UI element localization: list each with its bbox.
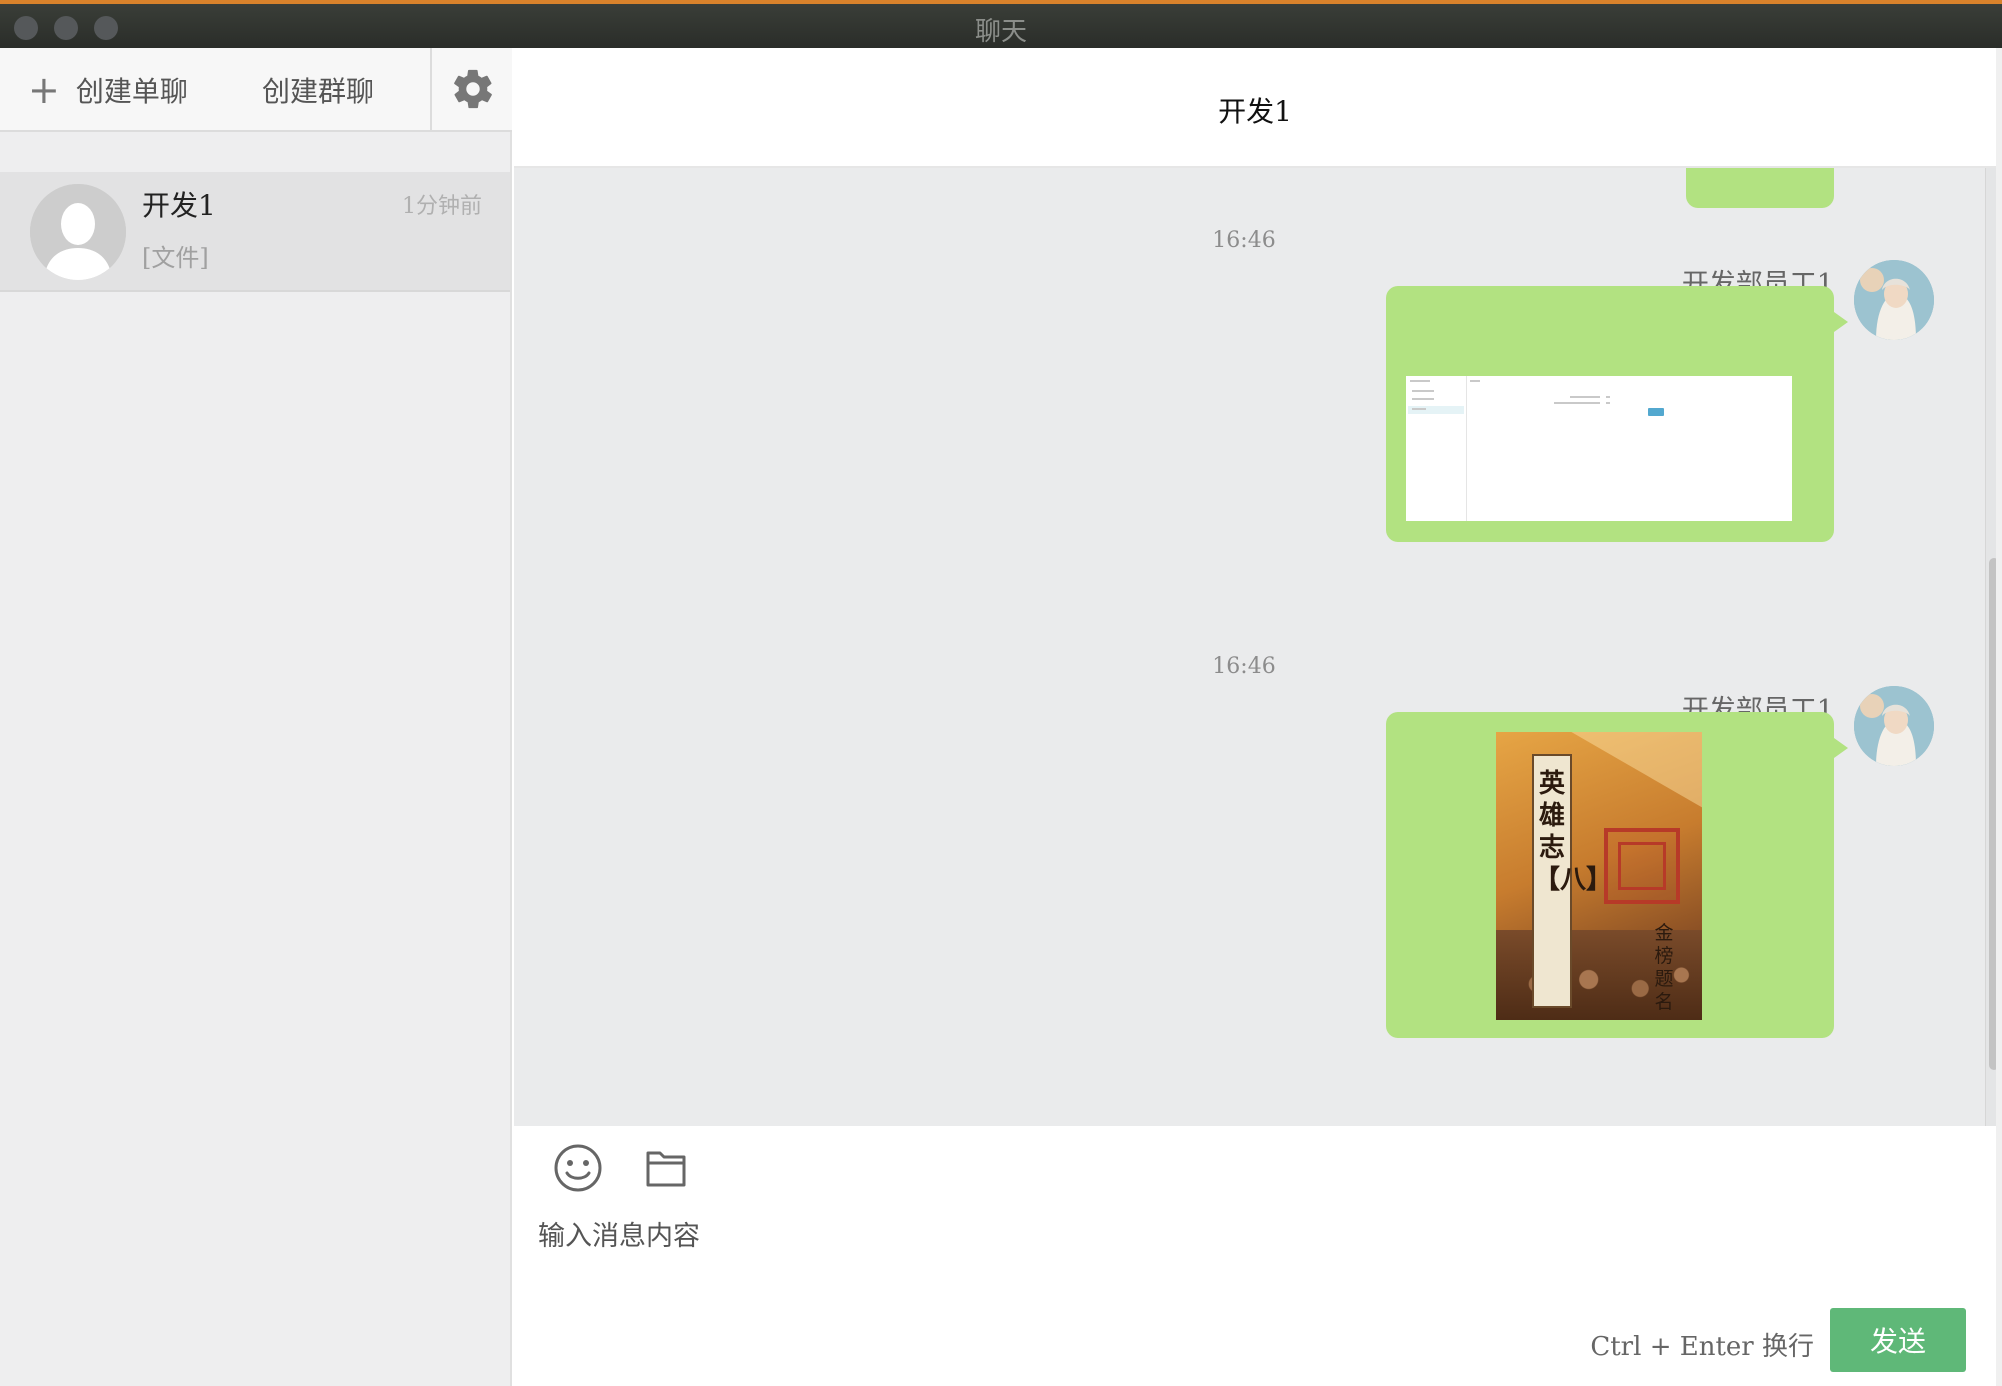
chat-title: 开发1 bbox=[1218, 95, 1292, 128]
message-timestamp: 16:46 bbox=[1212, 654, 1276, 679]
create-single-chat-button[interactable]: + 创建单聊 bbox=[28, 68, 188, 112]
message-input[interactable] bbox=[536, 1212, 1980, 1326]
avatar[interactable] bbox=[1854, 686, 1934, 766]
screenshot-thumbnail[interactable] bbox=[1406, 376, 1792, 521]
previous-message-bubble[interactable] bbox=[1686, 168, 1834, 208]
message-composer: Ctrl + Enter 换行 发送 bbox=[514, 1126, 2002, 1386]
create-single-chat-label: 创建单聊 bbox=[75, 75, 188, 108]
folder-icon bbox=[646, 1151, 686, 1187]
poster-banner: 英雄志【八】 bbox=[1532, 754, 1613, 1008]
user-avatar-icon bbox=[1854, 686, 1934, 766]
send-button[interactable]: 发送 bbox=[1830, 1308, 1966, 1372]
window-edge bbox=[1996, 48, 2002, 1386]
conversation-item[interactable]: 开发1 1分钟前 [文件] bbox=[0, 172, 510, 292]
default-user-icon bbox=[30, 184, 126, 280]
sidebar-toolbar: + 创建单聊 创建群聊 bbox=[0, 48, 512, 132]
window-title: 聊天 bbox=[974, 17, 1027, 47]
avatar bbox=[30, 184, 126, 280]
poster-subtitle: 金榜题名 bbox=[1654, 922, 1674, 1013]
conversation-preview: [文件] bbox=[142, 244, 209, 272]
create-group-chat-label: 创建群聊 bbox=[262, 75, 375, 108]
emoji-button[interactable] bbox=[550, 1140, 606, 1196]
smile-icon bbox=[554, 1144, 602, 1192]
chat-header: 开发1 bbox=[514, 48, 2002, 168]
window-titlebar: 聊天 bbox=[0, 0, 2002, 48]
user-avatar-icon bbox=[1854, 260, 1934, 340]
avatar[interactable] bbox=[1854, 260, 1934, 340]
image-message-bubble[interactable] bbox=[1386, 286, 1848, 542]
poster-title: 英雄志【八】 bbox=[1534, 769, 1613, 895]
seal-stamp bbox=[1604, 828, 1680, 904]
sidebar: + 创建单聊 创建群聊 开发1 1分钟前 [文件] bbox=[0, 48, 512, 1386]
message-list[interactable]: 16:46 开发部员工1 16:46 开发部员工1 英雄志【八】 金榜题名 bbox=[514, 168, 2002, 1126]
conversation-time: 1分钟前 bbox=[402, 194, 482, 219]
image-message-bubble[interactable]: 英雄志【八】 金榜题名 bbox=[1386, 712, 1848, 1038]
plus-icon: + bbox=[28, 68, 60, 112]
create-group-chat-button[interactable]: 创建群聊 bbox=[262, 68, 374, 112]
chat-panel: 开发1 16:46 开发部员工1 16:46 开发部员工1 英雄志【八】 金榜题… bbox=[514, 48, 2002, 1386]
send-file-button[interactable] bbox=[638, 1140, 694, 1196]
composer-toolbar bbox=[550, 1138, 694, 1198]
gear-icon bbox=[454, 69, 492, 109]
newline-hint: Ctrl + Enter 换行 bbox=[1590, 1332, 1814, 1362]
conversation-name: 开发1 bbox=[142, 189, 216, 222]
settings-button[interactable] bbox=[430, 48, 514, 130]
book-poster-image[interactable]: 英雄志【八】 金榜题名 bbox=[1496, 732, 1702, 1020]
message-timestamp: 16:46 bbox=[1212, 228, 1276, 253]
